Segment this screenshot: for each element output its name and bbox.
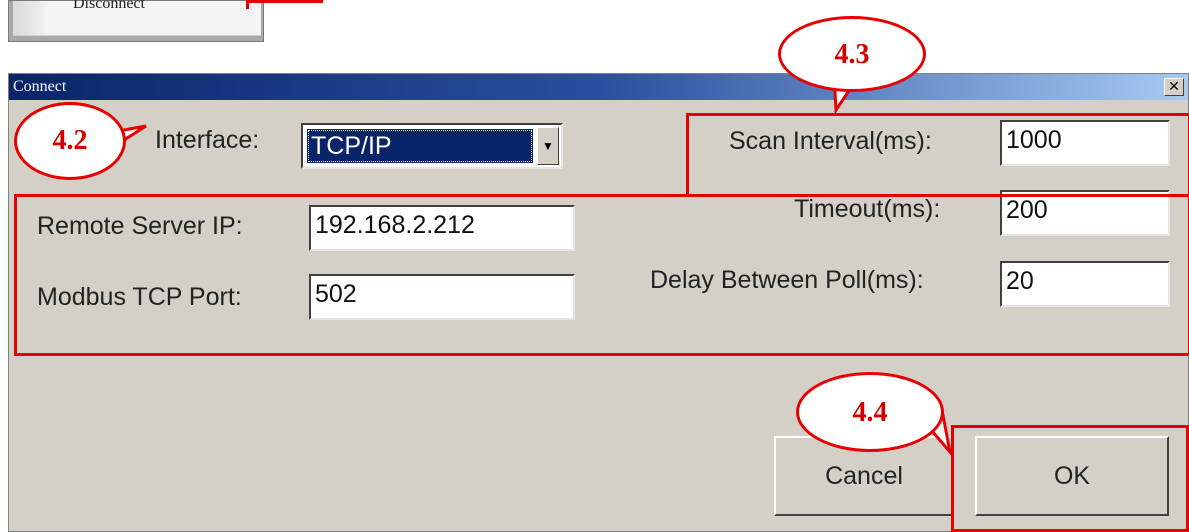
annotation-bubble-4-3: 4.3: [778, 16, 926, 92]
close-icon[interactable]: ✕: [1164, 78, 1184, 96]
disconnect-menu-item[interactable]: Disconnect: [73, 0, 145, 13]
interface-select[interactable]: TCP/IP ▼: [301, 123, 563, 169]
annotation-box-top: [246, 0, 323, 9]
annotation-bubble-4-4: 4.4: [796, 372, 944, 452]
chevron-down-icon[interactable]: ▼: [537, 127, 559, 165]
title-bar: Connect ✕: [9, 74, 1188, 100]
menu-fragment: Disconnect: [8, 0, 264, 42]
annotation-box-left-group: [14, 194, 1189, 356]
menu-item-bg: Disconnect: [13, 0, 261, 36]
annotation-line: [14, 194, 689, 197]
dialog-title: Connect: [13, 78, 67, 95]
annotation-bubble-4-2: 4.2: [14, 102, 126, 180]
annotation-box-ok: [951, 425, 1189, 532]
interface-label: Interface:: [155, 126, 260, 154]
menu-icon-strip: [13, 1, 45, 35]
annotation-box-right-top: [686, 113, 1189, 197]
interface-selected-value[interactable]: TCP/IP: [307, 129, 533, 163]
